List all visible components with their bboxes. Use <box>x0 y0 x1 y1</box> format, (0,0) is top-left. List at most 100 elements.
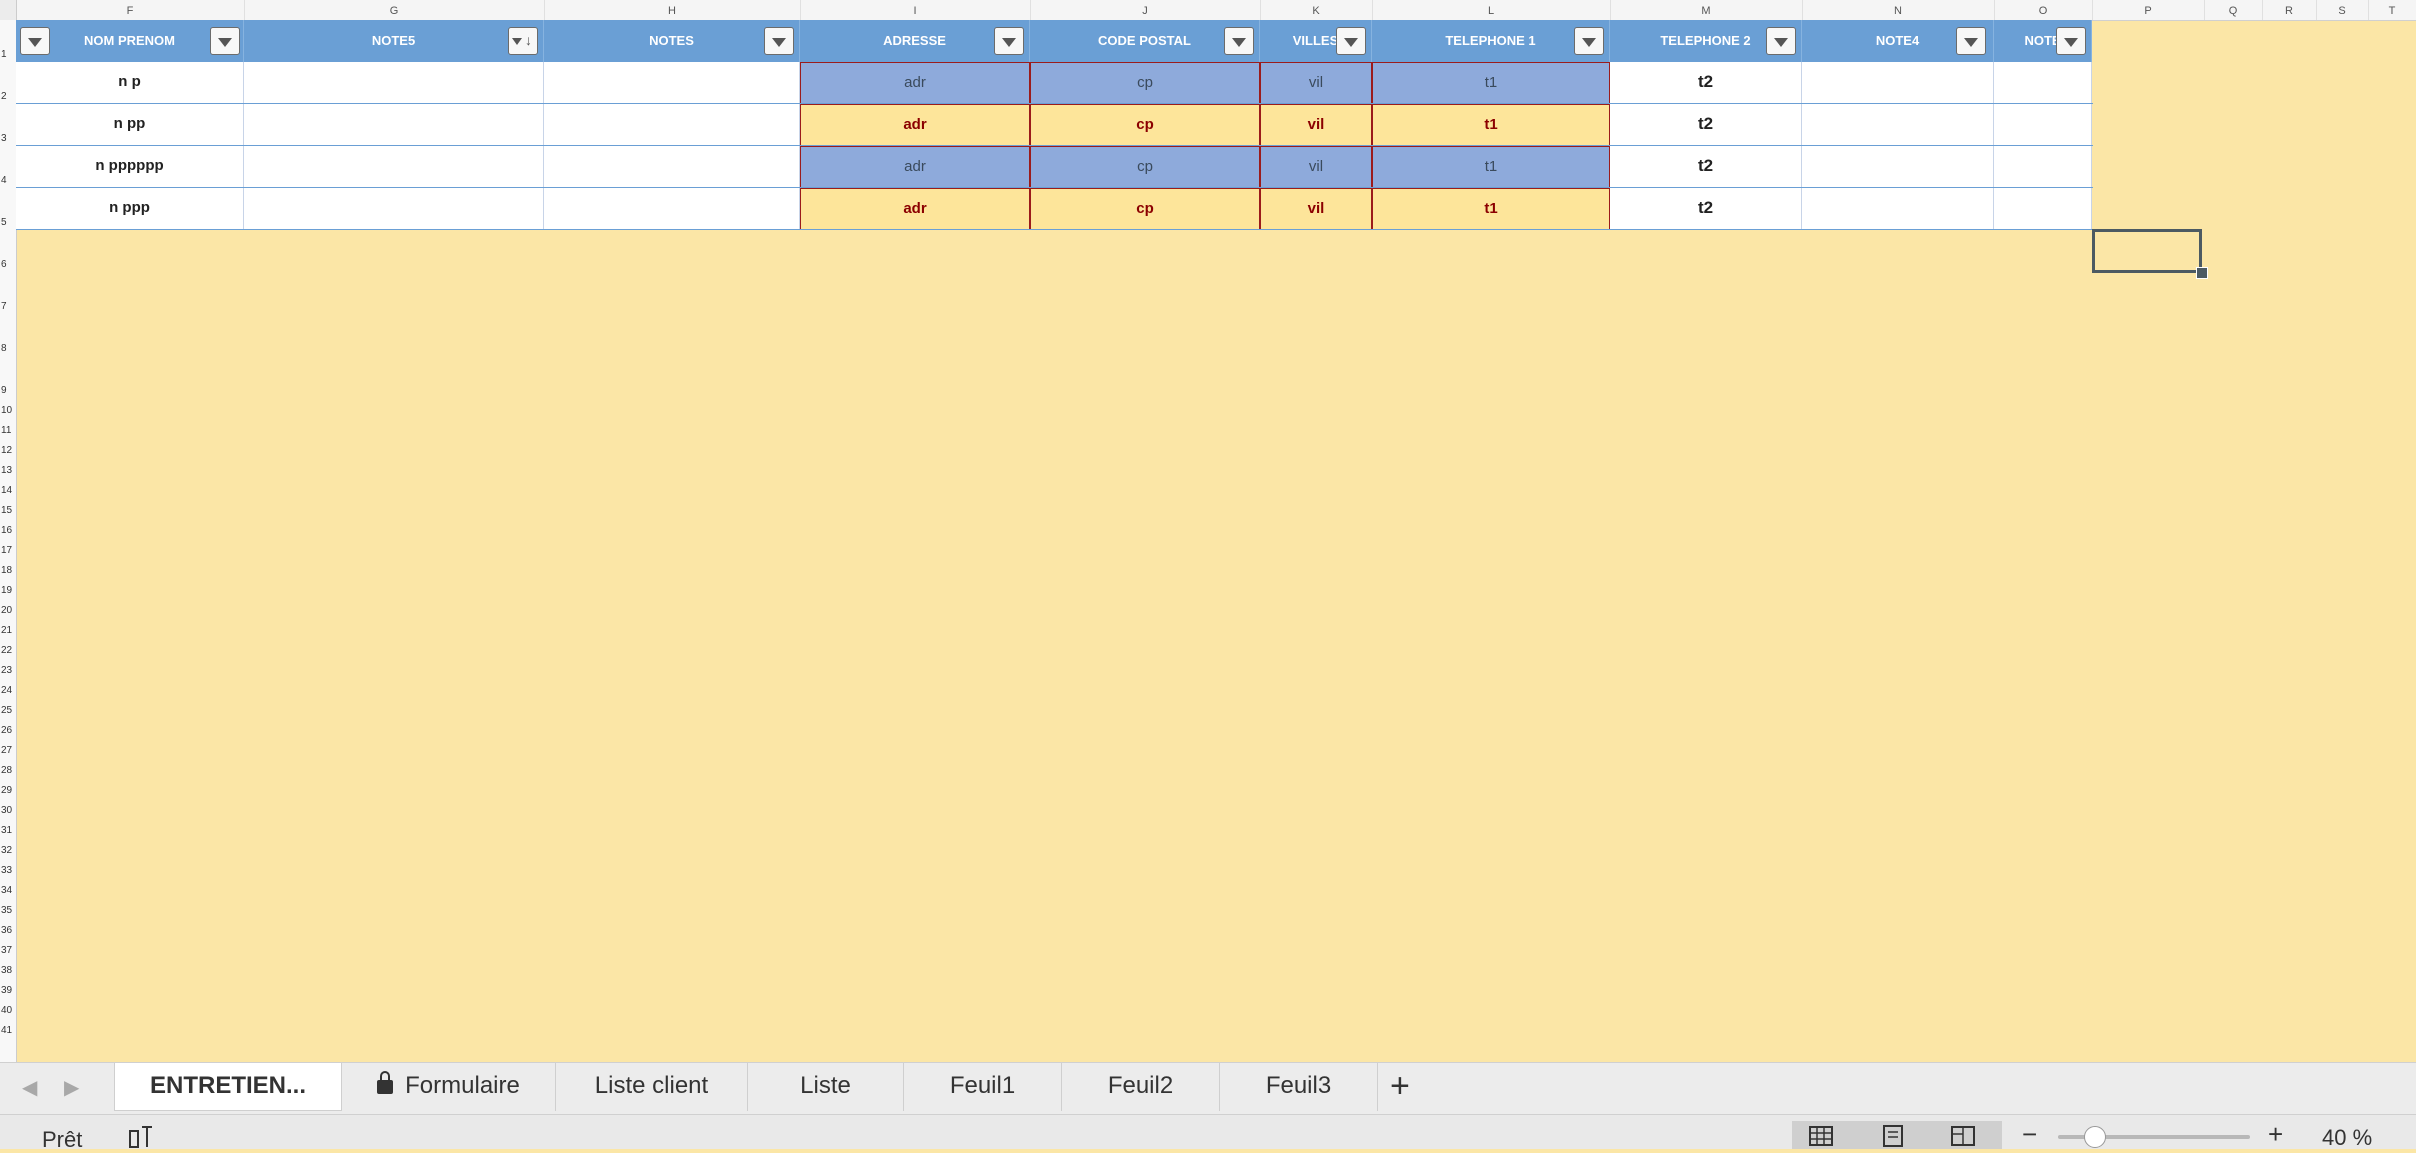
tab-formulaire[interactable]: Formulaire <box>342 1063 556 1111</box>
filter-dropdown-button[interactable] <box>1336 27 1366 55</box>
table-cell[interactable]: t2 <box>1610 104 1802 146</box>
table-cell[interactable]: cp <box>1030 104 1260 146</box>
column-letter[interactable]: T <box>2368 0 2416 20</box>
table-cell[interactable] <box>544 104 800 146</box>
row-number[interactable]: 1 <box>0 49 17 60</box>
column-letter[interactable]: N <box>1802 0 1995 20</box>
prev-sheet-icon[interactable]: ◀ <box>22 1075 37 1100</box>
row-number[interactable]: 30 <box>0 805 17 816</box>
row-number[interactable]: 6 <box>0 259 17 270</box>
row-number[interactable]: 38 <box>0 965 17 976</box>
filter-dropdown-button[interactable] <box>994 27 1024 55</box>
tab-feuil1[interactable]: Feuil1 <box>904 1063 1062 1111</box>
table-cell[interactable]: t1 <box>1372 146 1610 188</box>
table-cell[interactable]: t1 <box>1372 104 1610 146</box>
row-number[interactable]: 36 <box>0 925 17 936</box>
filter-dropdown-button[interactable] <box>764 27 794 55</box>
row-number[interactable]: 39 <box>0 985 17 996</box>
filter-dropdown-button[interactable] <box>20 27 50 55</box>
tab-feuil2[interactable]: Feuil2 <box>1062 1063 1220 1111</box>
filter-dropdown-button[interactable] <box>1224 27 1254 55</box>
page-layout-icon[interactable] <box>1880 1125 1906 1147</box>
table-cell[interactable]: vil <box>1260 104 1372 146</box>
filter-dropdown-button[interactable] <box>210 27 240 55</box>
row-number[interactable]: 13 <box>0 465 17 476</box>
row-number[interactable]: 27 <box>0 745 17 756</box>
table-cell[interactable]: adr <box>800 188 1030 230</box>
row-number[interactable]: 28 <box>0 765 17 776</box>
tab-entretien[interactable]: ENTRETIEN... <box>114 1063 342 1111</box>
column-letter[interactable]: P <box>2092 0 2205 20</box>
row-number[interactable]: 10 <box>0 405 17 416</box>
column-letter[interactable]: R <box>2262 0 2317 20</box>
row-number[interactable]: 33 <box>0 865 17 876</box>
column-letter[interactable]: O <box>1994 0 2093 20</box>
column-letter[interactable]: S <box>2316 0 2369 20</box>
row-number[interactable]: 32 <box>0 845 17 856</box>
table-cell[interactable] <box>1994 146 2092 188</box>
column-letter[interactable]: J <box>1030 0 1261 20</box>
row-number[interactable]: 40 <box>0 1005 17 1016</box>
row-number[interactable]: 20 <box>0 605 17 616</box>
row-number[interactable]: 12 <box>0 445 17 456</box>
row-number[interactable]: 29 <box>0 785 17 796</box>
table-cell[interactable]: cp <box>1030 146 1260 188</box>
row-number[interactable]: 19 <box>0 585 17 596</box>
table-cell[interactable] <box>544 146 800 188</box>
row-number[interactable]: 34 <box>0 885 17 896</box>
table-cell[interactable]: vil <box>1260 62 1372 104</box>
row-number[interactable]: 31 <box>0 825 17 836</box>
selected-cell[interactable] <box>2092 229 2202 273</box>
header-cell[interactable]: NOTE5 <box>244 20 544 62</box>
table-cell[interactable]: t2 <box>1610 188 1802 230</box>
row-number[interactable]: 5 <box>0 217 17 228</box>
table-cell[interactable]: n pp <box>16 104 244 146</box>
row-number[interactable]: 7 <box>0 301 17 312</box>
tab-liste-client[interactable]: Liste client <box>556 1063 748 1111</box>
row-number[interactable]: 25 <box>0 705 17 716</box>
table-cell[interactable]: t2 <box>1610 62 1802 104</box>
row-number[interactable]: 18 <box>0 565 17 576</box>
normal-view-icon[interactable] <box>1808 1125 1834 1147</box>
column-letter[interactable]: F <box>16 0 245 20</box>
table-cell[interactable] <box>1994 104 2092 146</box>
row-number[interactable]: 41 <box>0 1025 17 1036</box>
next-sheet-icon[interactable]: ▶ <box>64 1075 79 1100</box>
table-cell[interactable] <box>1802 62 1994 104</box>
table-cell[interactable] <box>244 146 544 188</box>
tab-feuil3[interactable]: Feuil3 <box>1220 1063 1378 1111</box>
table-cell[interactable] <box>1994 188 2092 230</box>
row-number[interactable]: 16 <box>0 525 17 536</box>
column-letter[interactable]: I <box>800 0 1031 20</box>
page-break-icon[interactable] <box>1950 1125 1976 1147</box>
fill-handle[interactable] <box>2196 267 2208 279</box>
row-number[interactable]: 9 <box>0 385 17 396</box>
table-cell[interactable] <box>1994 62 2092 104</box>
table-cell[interactable]: adr <box>800 62 1030 104</box>
table-cell[interactable]: cp <box>1030 62 1260 104</box>
add-sheet-icon[interactable]: + <box>1390 1067 1410 1106</box>
table-cell[interactable] <box>1802 146 1994 188</box>
row-number[interactable]: 4 <box>0 175 17 186</box>
row-number[interactable]: 14 <box>0 485 17 496</box>
table-cell[interactable]: t1 <box>1372 188 1610 230</box>
column-letter[interactable]: M <box>1610 0 1803 20</box>
table-cell[interactable] <box>244 104 544 146</box>
filter-dropdown-button[interactable] <box>1956 27 1986 55</box>
table-cell[interactable] <box>544 188 800 230</box>
row-number[interactable]: 8 <box>0 343 17 354</box>
filter-dropdown-button[interactable] <box>1766 27 1796 55</box>
row-number[interactable]: 22 <box>0 645 17 656</box>
record-macro-icon[interactable] <box>128 1125 154 1149</box>
table-cell[interactable]: n ppp <box>16 188 244 230</box>
row-number[interactable]: 35 <box>0 905 17 916</box>
table-cell[interactable]: cp <box>1030 188 1260 230</box>
select-all-corner[interactable] <box>0 0 17 20</box>
table-cell[interactable] <box>1802 188 1994 230</box>
row-number[interactable]: 37 <box>0 945 17 956</box>
column-letter[interactable]: G <box>244 0 545 20</box>
row-number[interactable]: 15 <box>0 505 17 516</box>
column-letter[interactable]: K <box>1260 0 1373 20</box>
table-cell[interactable] <box>544 62 800 104</box>
table-cell[interactable]: n p <box>16 62 244 104</box>
